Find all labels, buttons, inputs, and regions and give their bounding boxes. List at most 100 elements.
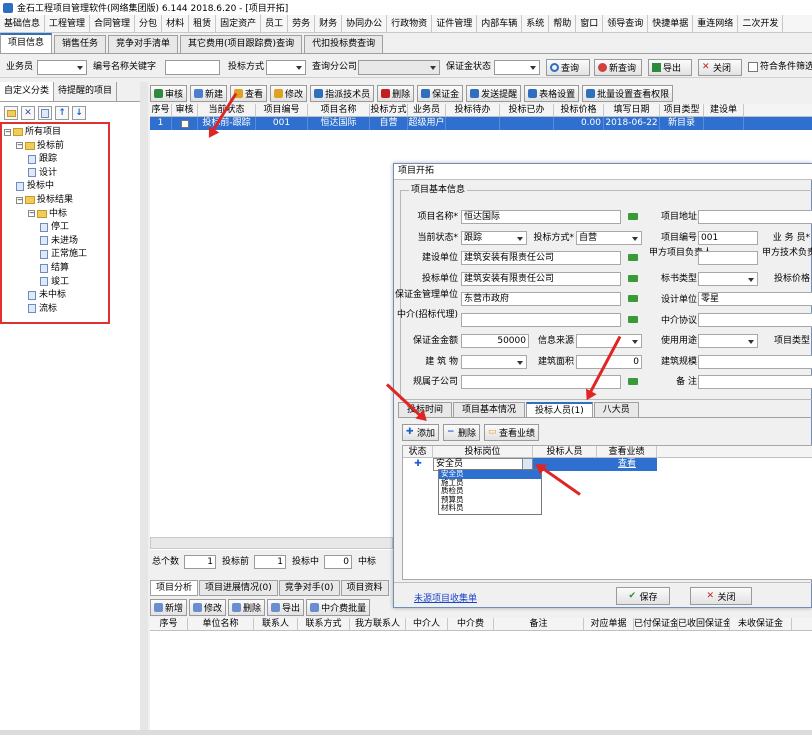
name-field[interactable]: 恒达国际	[461, 210, 621, 224]
code-field[interactable]: 001	[698, 231, 758, 245]
tree-item-4[interactable]: 投标中	[16, 180, 54, 192]
add-folder-button[interactable]	[4, 106, 18, 120]
source-select[interactable]	[576, 334, 642, 348]
staff-header-2[interactable]: 投标人员	[533, 446, 597, 457]
edit-node-button[interactable]	[38, 106, 52, 120]
menu-item-3[interactable]: 分包	[135, 14, 163, 33]
menu-item-11[interactable]: 行政物资	[387, 14, 433, 33]
menu-item-0[interactable]: 基础信息	[0, 14, 46, 33]
bottom-toolbar-button-2[interactable]: 删除	[228, 598, 266, 616]
tab-3[interactable]: 其它费用(项目跟踪费)查询	[180, 35, 303, 53]
dropdown-option-4[interactable]: 材料员	[439, 503, 541, 513]
tree-item-7[interactable]: 停工	[40, 221, 69, 233]
toolbar-button-3[interactable]: 修改	[270, 84, 308, 102]
tab-pending-reminder[interactable]: 待提醒的项目	[54, 82, 118, 101]
tree-item-1[interactable]: − 投标前	[16, 140, 64, 152]
toolbar-button-5[interactable]: 删除	[377, 84, 415, 102]
delete-node-button[interactable]: ✕	[21, 106, 35, 120]
save-button[interactable]: ✔ 保存	[616, 587, 670, 605]
tree-item-13[interactable]: 流标	[28, 303, 57, 315]
table-row[interactable]: 1 投标前-跟踪 001 恒达国际 自营 超级用户 0.00 2018-06-22 新目录	[150, 117, 812, 130]
toolbar-button-6[interactable]: 保证金	[417, 84, 464, 102]
note-field[interactable]	[698, 375, 812, 389]
menu-item-12[interactable]: 证件管理	[432, 14, 478, 33]
grid-cell-11[interactable]: 新目录	[660, 117, 704, 130]
pick-icon[interactable]	[628, 213, 638, 220]
grid-header-0[interactable]: 序号	[150, 104, 172, 116]
bottom-header-0[interactable]: 序号	[150, 618, 188, 630]
menu-item-13[interactable]: 内部车辆	[477, 14, 523, 33]
expand-icon[interactable]: −	[16, 196, 23, 204]
bottom-tab-0[interactable]: 项目分析	[150, 580, 199, 596]
address-field[interactable]	[698, 210, 812, 224]
close-button[interactable]: ✕ 关闭	[698, 59, 742, 76]
dialog-tab-3[interactable]: 八大员	[593, 402, 639, 417]
grid-cell-8[interactable]	[500, 117, 554, 130]
menu-item-8[interactable]: 劳务	[288, 14, 316, 33]
grid-cell-0[interactable]: 1	[150, 117, 172, 130]
bottom-header-6[interactable]: 中介费	[448, 618, 494, 630]
agent-field[interactable]	[461, 313, 621, 327]
bid-method-select[interactable]	[266, 60, 306, 75]
name-keyword-input[interactable]	[165, 60, 220, 75]
grid-header-3[interactable]: 项目编号	[256, 104, 308, 116]
menu-item-4[interactable]: 材料	[162, 14, 190, 33]
building-select[interactable]	[461, 355, 527, 369]
menu-item-6[interactable]: 固定资产	[216, 14, 262, 33]
scale-field[interactable]	[698, 355, 812, 369]
menu-item-17[interactable]: 领导查询	[603, 14, 649, 33]
source-collect-link[interactable]: 未源项目收集单	[414, 591, 477, 604]
menu-item-16[interactable]: 窗口	[576, 14, 604, 33]
menu-item-18[interactable]: 快捷单据	[648, 14, 694, 33]
move-down-button[interactable]: ↓	[72, 106, 86, 120]
deposit-amount-field[interactable]: 50000	[461, 334, 529, 348]
tab-custom-category[interactable]: 自定义分类	[0, 82, 55, 101]
bottom-toolbar-button-3[interactable]: 导出	[267, 598, 305, 616]
bottom-header-3[interactable]: 联系方式	[298, 618, 350, 630]
menu-item-14[interactable]: 系统	[522, 14, 550, 33]
tree-item-9[interactable]: 正常施工	[40, 248, 87, 260]
agent-agreement-field[interactable]	[698, 313, 812, 327]
grid-header-4[interactable]: 项目名称	[308, 104, 370, 116]
builder-field[interactable]: 建筑安装有限责任公司	[461, 251, 621, 265]
bottom-tab-1[interactable]: 项目进展情况(0)	[199, 580, 278, 596]
grid-header-8[interactable]: 投标已办	[500, 104, 554, 116]
bottom-toolbar-button-0[interactable]: 新增	[150, 598, 188, 616]
toolbar-button-4[interactable]: 指派技术员	[310, 84, 375, 102]
bottom-header-8[interactable]: 对应单据	[584, 618, 634, 630]
grid-header-6[interactable]: 业务员	[408, 104, 446, 116]
tree-item-3[interactable]: 设计	[28, 167, 57, 179]
dialog-tab-2[interactable]: 投标人员(1)	[526, 402, 593, 417]
grid-header-1[interactable]: 审核	[172, 104, 198, 116]
book-type-select[interactable]	[698, 272, 758, 286]
menu-item-15[interactable]: 帮助	[549, 14, 577, 33]
pick-icon[interactable]	[628, 295, 638, 302]
grid-cell-check[interactable]	[172, 117, 198, 130]
expand-icon[interactable]: −	[16, 142, 23, 150]
menu-item-19[interactable]: 重连网络	[693, 14, 739, 33]
move-up-button[interactable]: ↑	[55, 106, 69, 120]
status-select[interactable]: 跟踪	[461, 231, 527, 245]
design-field[interactable]: 零星	[698, 292, 812, 306]
menu-item-9[interactable]: 财务	[315, 14, 343, 33]
toolbar-button-9[interactable]: 批量设置查看权限	[582, 84, 674, 102]
toolbar-button-1[interactable]: 新建	[190, 84, 228, 102]
bottom-header-10[interactable]: 已收回保证金	[678, 618, 730, 630]
deposit-mgr-field[interactable]: 东营市政府	[461, 292, 621, 306]
dialog-toolbar-button-0[interactable]: ✚ 添加	[402, 423, 440, 441]
tree-item-11[interactable]: 竣工	[40, 276, 69, 288]
bid-method-select-dialog[interactable]: 自营	[576, 231, 642, 245]
tree-item-5[interactable]: − 投标结果	[16, 194, 73, 206]
usage-select[interactable]	[698, 334, 758, 348]
menu-item-10[interactable]: 协同办公	[342, 14, 388, 33]
bottom-header-11[interactable]: 未收保证金	[730, 618, 792, 630]
grid-cell-6[interactable]: 超级用户	[408, 117, 446, 130]
query-button[interactable]: 查询	[546, 59, 590, 76]
bottom-tab-2[interactable]: 竞争对手(0)	[278, 580, 340, 596]
horizontal-scrollbar[interactable]	[150, 537, 393, 549]
tab-1[interactable]: 销售任务	[54, 35, 107, 53]
grid-header-7[interactable]: 投标待办	[446, 104, 500, 116]
tab-0[interactable]: 项目信息	[0, 33, 53, 53]
pick-icon[interactable]	[628, 378, 638, 385]
grid-cell-4[interactable]: 恒达国际	[308, 117, 370, 130]
